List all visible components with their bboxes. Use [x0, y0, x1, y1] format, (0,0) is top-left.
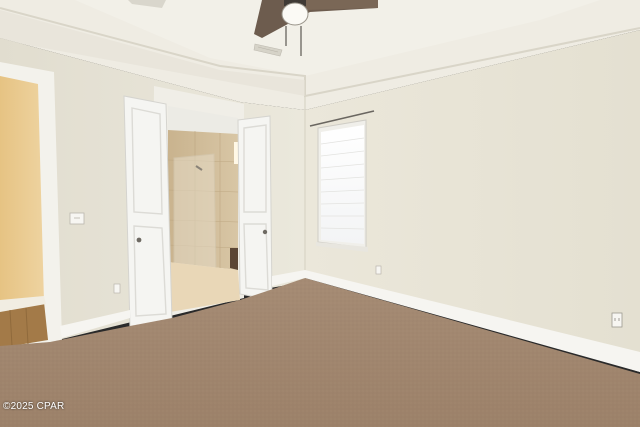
closet-interior — [0, 76, 44, 306]
room-illustration — [0, 0, 640, 427]
bedroom-photo: ©2025 CPAR — [0, 0, 640, 427]
right-door-knob — [262, 229, 268, 235]
light-switch-icon — [69, 212, 85, 225]
left-door-knob — [136, 237, 142, 243]
bench — [230, 248, 238, 270]
window — [309, 110, 375, 252]
shower-glass — [173, 153, 217, 275]
copyright-watermark: ©2025 CPAR — [3, 401, 65, 412]
bathroom-light — [234, 142, 238, 164]
